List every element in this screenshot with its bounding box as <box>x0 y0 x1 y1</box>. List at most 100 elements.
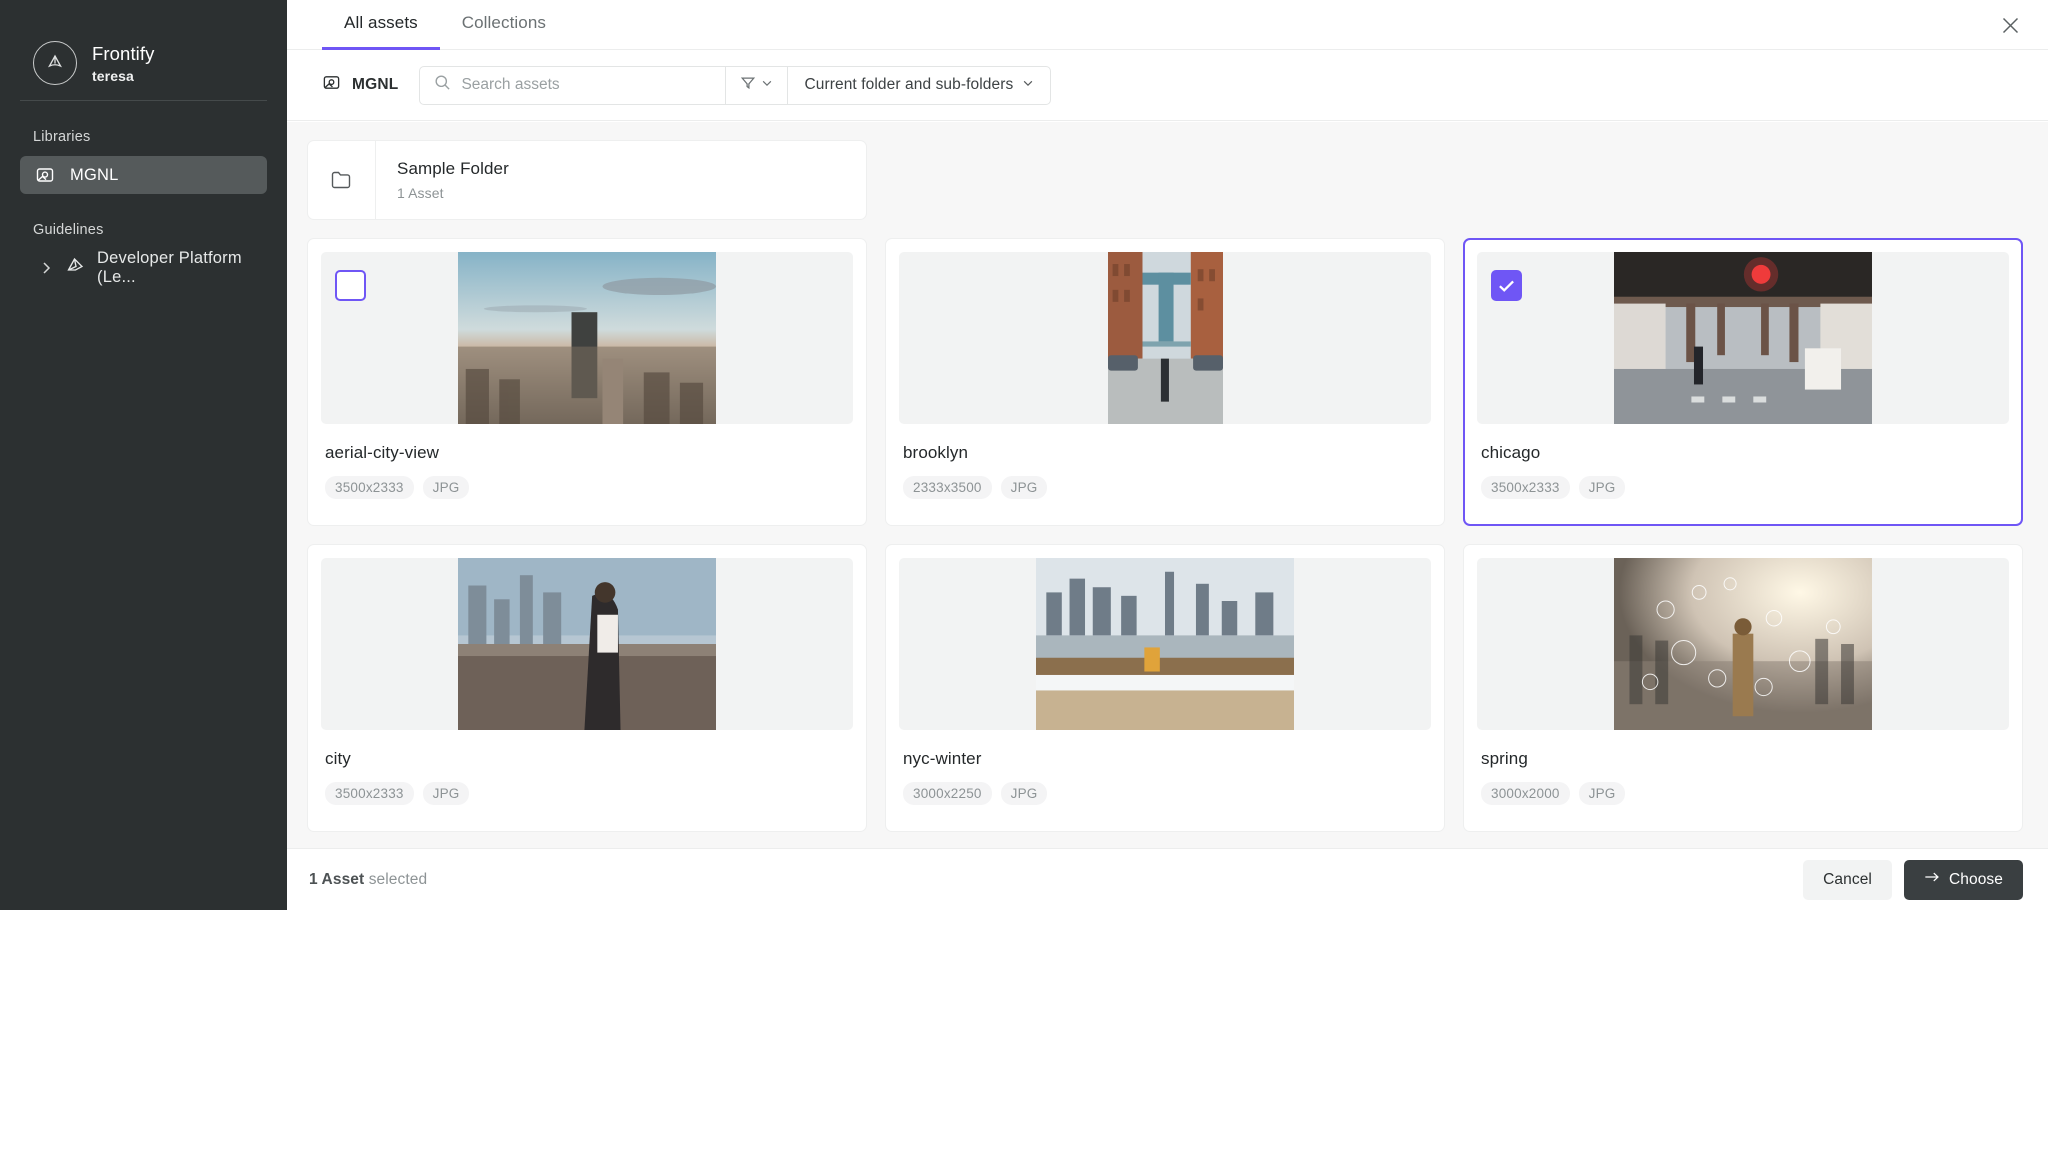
close-icon[interactable] <box>1992 7 2028 43</box>
guidelines-icon <box>65 255 86 281</box>
search-box[interactable] <box>420 67 725 104</box>
asset-format-badge: JPG <box>1579 476 1626 499</box>
nyc-winter-thumb <box>1036 558 1294 730</box>
tab-bar: All assets Collections <box>287 0 2048 50</box>
asset-format-badge: JPG <box>1579 782 1626 805</box>
asset-thumbnail-wrap[interactable] <box>1477 558 2009 730</box>
asset-thumbnail-wrap[interactable] <box>321 558 853 730</box>
asset-name: city <box>325 749 849 769</box>
choose-button-label: Choose <box>1949 871 2003 889</box>
asset-card[interactable]: spring 3000x2000 JPG <box>1463 544 2023 832</box>
chevron-right-icon[interactable] <box>42 261 54 275</box>
selection-suffix: selected <box>364 871 427 888</box>
asset-badges: 3000x2000 JPG <box>1481 782 2005 805</box>
scope-dropdown[interactable]: Current folder and sub-folders <box>787 67 1050 104</box>
asset-name: chicago <box>1481 443 2005 463</box>
sidebar: Frontify teresa Libraries MGNL Guideline… <box>0 0 287 910</box>
asset-grid: aerial-city-view 3500x2333 JPG <box>307 238 2028 832</box>
asset-dimensions-badge: 3500x2333 <box>325 782 414 805</box>
arrow-right-icon <box>1924 870 1940 889</box>
aerial-city-view-thumb <box>458 252 716 424</box>
search-input[interactable] <box>461 76 711 94</box>
chevron-down-icon <box>761 76 773 94</box>
sidebar-section-guidelines: Guidelines <box>0 194 287 249</box>
library-chip[interactable]: MGNL <box>322 73 419 97</box>
chevron-down-icon <box>1022 76 1034 94</box>
cancel-button[interactable]: Cancel <box>1803 860 1892 900</box>
library-chip-label: MGNL <box>352 76 398 94</box>
sidebar-item-label: Developer Platform (Le... <box>97 249 267 287</box>
brooklyn-thumb <box>1108 252 1223 424</box>
asset-select-checkbox[interactable] <box>335 270 366 301</box>
folder-icon <box>308 141 376 219</box>
spring-thumb <box>1614 558 1872 730</box>
brand-block[interactable]: Frontify teresa <box>0 0 287 96</box>
asset-format-badge: JPG <box>1001 476 1048 499</box>
tabs: All assets Collections <box>287 0 2048 50</box>
asset-meta: nyc-winter 3000x2250 JPG <box>899 730 1431 805</box>
toolbar: MGNL <box>287 50 2048 121</box>
filter-button[interactable] <box>725 67 787 104</box>
sidebar-item-label: MGNL <box>70 166 118 185</box>
image-library-icon <box>322 73 341 97</box>
selection-status: 1 Asset selected <box>309 871 427 889</box>
brand-username: teresa <box>92 68 154 84</box>
search-group: Current folder and sub-folders <box>419 66 1051 105</box>
asset-select-checkbox[interactable] <box>1491 270 1522 301</box>
folder-asset-count: 1 Asset <box>397 185 509 201</box>
brand-name: Frontify <box>92 43 154 65</box>
asset-format-badge: JPG <box>1001 782 1048 805</box>
tab-collections[interactable]: Collections <box>440 0 568 50</box>
asset-card[interactable]: city 3500x2333 JPG <box>307 544 867 832</box>
asset-grid-area: Sample Folder 1 Asset <box>287 122 2048 848</box>
asset-dimensions-badge: 3000x2000 <box>1481 782 1570 805</box>
asset-badges: 3500x2333 JPG <box>325 476 849 499</box>
search-icon <box>434 74 451 96</box>
asset-meta: aerial-city-view 3500x2333 JPG <box>321 424 853 499</box>
frontify-logo-icon <box>33 41 77 85</box>
asset-thumbnail-wrap[interactable] <box>321 252 853 424</box>
asset-thumbnail-wrap[interactable] <box>899 558 1431 730</box>
filter-icon <box>740 75 756 96</box>
asset-thumbnail-wrap[interactable] <box>1477 252 2009 424</box>
footer-actions: Cancel Choose <box>1803 860 2023 900</box>
asset-badges: 3000x2250 JPG <box>903 782 1427 805</box>
asset-format-badge: JPG <box>423 476 470 499</box>
main-panel: All assets Collections MGNL <box>287 0 2048 910</box>
tab-all-assets[interactable]: All assets <box>322 0 440 50</box>
scope-label: Current folder and sub-folders <box>804 76 1013 94</box>
asset-format-badge: JPG <box>423 782 470 805</box>
asset-dimensions-badge: 3500x2333 <box>325 476 414 499</box>
asset-card[interactable]: aerial-city-view 3500x2333 JPG <box>307 238 867 526</box>
asset-dimensions-badge: 3000x2250 <box>903 782 992 805</box>
asset-name: nyc-winter <box>903 749 1427 769</box>
asset-card[interactable]: nyc-winter 3000x2250 JPG <box>885 544 1445 832</box>
asset-name: aerial-city-view <box>325 443 849 463</box>
asset-card[interactable]: brooklyn 2333x3500 JPG <box>885 238 1445 526</box>
asset-dimensions-badge: 3500x2333 <box>1481 476 1570 499</box>
asset-badges: 3500x2333 JPG <box>325 782 849 805</box>
asset-badges: 2333x3500 JPG <box>903 476 1427 499</box>
asset-name: brooklyn <box>903 443 1427 463</box>
asset-meta: spring 3000x2000 JPG <box>1477 730 2009 805</box>
asset-thumbnail-wrap[interactable] <box>899 252 1431 424</box>
choose-button[interactable]: Choose <box>1904 860 2023 900</box>
folder-card[interactable]: Sample Folder 1 Asset <box>307 140 867 220</box>
footer-bar: 1 Asset selected Cancel Choose <box>287 848 2048 910</box>
asset-meta: brooklyn 2333x3500 JPG <box>899 424 1431 499</box>
selection-count: 1 Asset <box>309 871 364 888</box>
sidebar-item-developer-platform[interactable]: Developer Platform (Le... <box>20 249 267 287</box>
image-library-icon <box>34 164 56 186</box>
chicago-thumb <box>1614 252 1872 424</box>
asset-card[interactable]: chicago 3500x2333 JPG <box>1463 238 2023 526</box>
sidebar-section-libraries: Libraries <box>0 101 287 156</box>
city-thumb <box>458 558 716 730</box>
asset-meta: city 3500x2333 JPG <box>321 730 853 805</box>
folder-name: Sample Folder <box>397 159 509 179</box>
asset-dimensions-badge: 2333x3500 <box>903 476 992 499</box>
asset-name: spring <box>1481 749 2005 769</box>
asset-meta: chicago 3500x2333 JPG <box>1477 424 2009 499</box>
asset-badges: 3500x2333 JPG <box>1481 476 2005 499</box>
asset-picker-dialog: Frontify teresa Libraries MGNL Guideline… <box>0 0 2048 1159</box>
sidebar-item-mgnl[interactable]: MGNL <box>20 156 267 194</box>
